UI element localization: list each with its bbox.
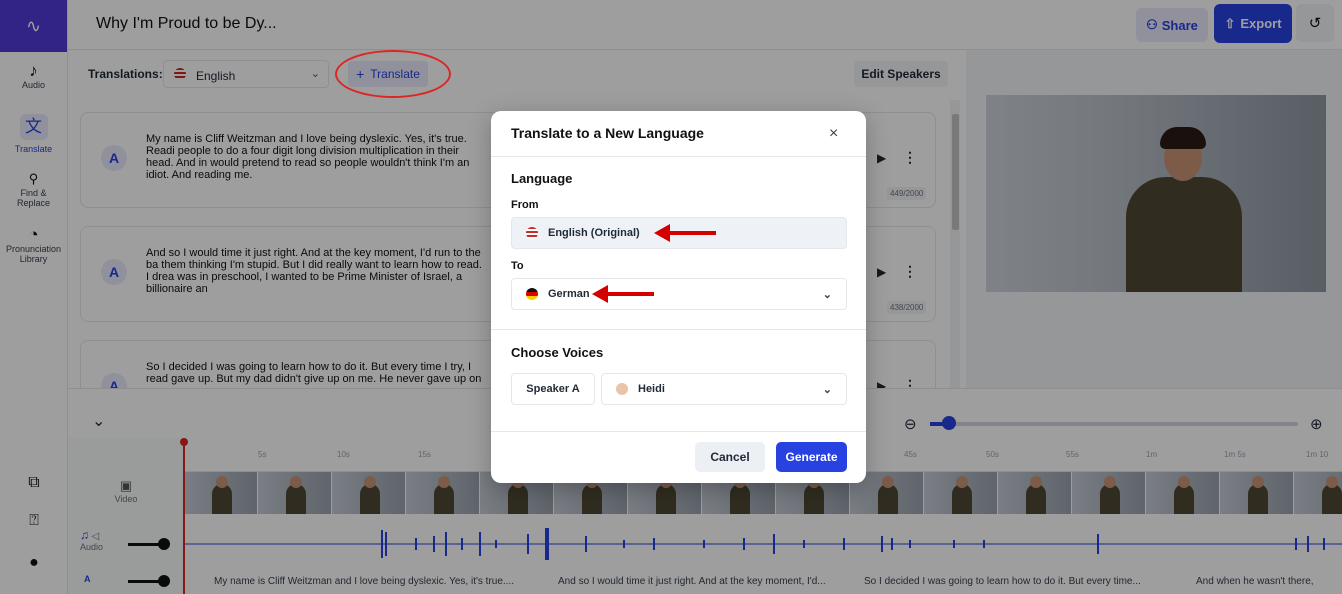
chevron-down-icon: ⌄ [822, 384, 832, 396]
close-icon[interactable]: × [829, 125, 838, 143]
to-language-value: German [548, 288, 590, 300]
us-flag-icon [526, 227, 538, 239]
speaker-label: Speaker A [511, 373, 595, 405]
voice-avatar [616, 383, 628, 395]
choose-voices-heading: Choose Voices [511, 345, 604, 360]
divider [491, 329, 866, 330]
cancel-button[interactable]: Cancel [695, 442, 765, 472]
to-language-select[interactable]: German ⌄ [511, 278, 847, 310]
to-label: To [511, 260, 524, 272]
voice-select[interactable]: Heidi ⌄ [601, 373, 847, 405]
modal-title: Translate to a New Language [511, 125, 704, 141]
language-section-heading: Language [511, 171, 573, 186]
translate-modal: Translate to a New Language × Language F… [491, 111, 866, 483]
annotation-arrow [592, 285, 654, 303]
from-language-value: English (Original) [548, 227, 640, 239]
annotation-arrow [654, 224, 716, 242]
voice-value: Heidi [638, 383, 665, 395]
divider [491, 431, 866, 432]
generate-button[interactable]: Generate [776, 442, 847, 472]
chevron-down-icon: ⌄ [822, 289, 832, 301]
annotation-circle [335, 50, 451, 98]
german-flag-icon [526, 288, 538, 300]
divider [491, 156, 866, 157]
from-label: From [511, 199, 539, 211]
